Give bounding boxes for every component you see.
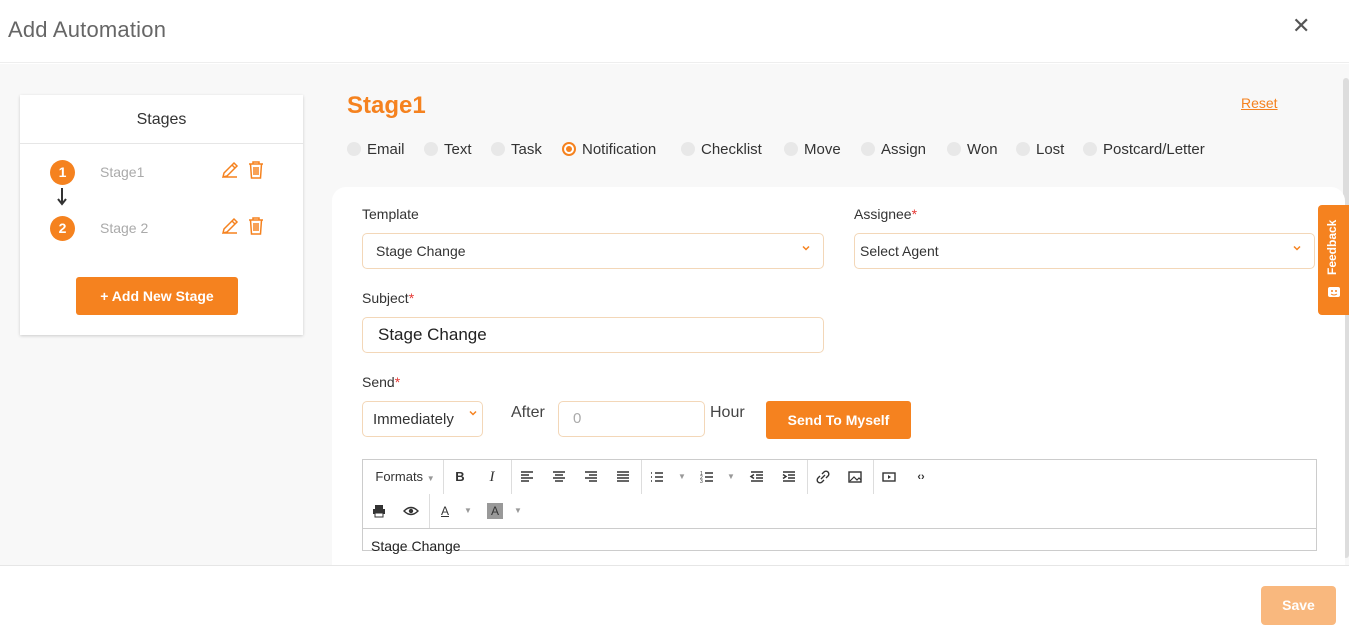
assignee-select[interactable]: Select Agent (854, 233, 1315, 269)
print-icon[interactable] (371, 499, 387, 523)
after-hours-placeholder: 0 (573, 410, 582, 427)
radio-button[interactable] (491, 142, 505, 156)
chevron-down-icon (1293, 245, 1301, 251)
radio-label: Lost (1036, 141, 1065, 158)
radio-button[interactable] (947, 142, 961, 156)
radio-label: Assign (881, 141, 927, 158)
caret-down-icon[interactable]: ▼ (725, 465, 737, 489)
arrow-down-icon (57, 188, 67, 206)
required-mark: * (408, 290, 415, 306)
editor-toolbar-row-2: A ▼ A ▼ (363, 494, 1318, 528)
subject-input-value: Stage Change (378, 325, 487, 344)
send-label: Send* (362, 374, 401, 390)
link-icon[interactable] (815, 465, 831, 489)
after-label: After (511, 404, 545, 421)
trash-icon[interactable] (247, 216, 265, 236)
bullet-list-icon[interactable] (649, 465, 665, 489)
text-color-icon[interactable]: A (437, 499, 453, 523)
modal-title: Add Automation (8, 17, 167, 42)
chevron-down-icon (802, 245, 810, 251)
source-code-icon[interactable]: ‹› (913, 465, 929, 489)
send-timing-select[interactable]: Immediately (362, 401, 483, 437)
modal-footer: Save (0, 565, 1349, 642)
radio-label: Task (511, 141, 542, 158)
media-icon[interactable] (881, 465, 897, 489)
caret-down-icon[interactable]: ▼ (676, 465, 688, 489)
add-new-stage-button[interactable]: + Add New Stage (76, 277, 238, 315)
save-button[interactable]: Save (1261, 586, 1336, 625)
template-label: Template (362, 206, 419, 222)
assignee-label: Assignee* (854, 206, 918, 222)
stage-name: Stage 2 (100, 220, 149, 236)
edit-icon[interactable] (220, 160, 240, 180)
align-justify-icon[interactable] (615, 465, 631, 489)
editor-toolbar-row-1: Formats ▼ B I ▼ 123 ▼ ‹› (363, 460, 1318, 494)
numbered-list-icon[interactable]: 123 (699, 465, 715, 489)
modal-header: Add Automation ✕ (0, 0, 1349, 63)
rich-text-editor: Formats ▼ B I ▼ 123 ▼ ‹› A ▼ A ▼ Stage C… (362, 459, 1318, 554)
trash-icon[interactable] (247, 160, 265, 180)
stage-name: Stage1 (100, 164, 145, 180)
radio-button-selected[interactable] (562, 142, 576, 156)
subject-label: Subject* (362, 290, 415, 306)
feedback-label: Feedback (1325, 219, 1339, 275)
radio-button[interactable] (681, 142, 695, 156)
editor-content[interactable]: Stage Change (371, 538, 461, 554)
preview-eye-icon[interactable] (403, 499, 419, 523)
required-mark: * (911, 206, 918, 222)
stage-number-badge: 1 (50, 160, 75, 185)
outdent-icon[interactable] (749, 465, 765, 489)
radio-label: Notification (582, 141, 657, 158)
template-select-value: Stage Change (376, 243, 466, 259)
radio-button[interactable] (1016, 142, 1030, 156)
reset-link[interactable]: Reset (1241, 95, 1278, 111)
feedback-icon (1328, 287, 1340, 297)
radio-label: Postcard/Letter (1103, 141, 1205, 158)
feedback-tab[interactable]: Feedback (1318, 205, 1349, 315)
assignee-select-value: Select Agent (860, 243, 939, 259)
radio-label: Checklist (701, 141, 762, 158)
edit-icon[interactable] (220, 216, 240, 236)
chevron-down-icon (469, 410, 477, 416)
template-select[interactable]: Stage Change (362, 233, 824, 269)
caret-down-icon[interactable]: ▼ (512, 499, 524, 523)
svg-text:3: 3 (700, 479, 703, 485)
subject-input[interactable]: Stage Change (362, 317, 824, 353)
after-hours-input[interactable]: 0 (558, 401, 705, 437)
stage-number-badge: 2 (50, 216, 75, 241)
stages-panel: Stages 1 Stage1 2 Stage 2 + Add New Stag… (20, 95, 303, 335)
close-icon[interactable]: ✕ (1292, 14, 1310, 38)
radio-button[interactable] (347, 142, 361, 156)
align-center-icon[interactable] (551, 465, 567, 489)
stage-item[interactable]: 1 Stage1 (20, 157, 303, 187)
formats-dropdown[interactable]: Formats ▼ (371, 465, 439, 489)
align-left-icon[interactable] (519, 465, 535, 489)
stage-title: Stage1 (347, 92, 426, 119)
hour-label: Hour (710, 404, 745, 421)
radio-button[interactable] (784, 142, 798, 156)
stages-heading: Stages (20, 95, 303, 144)
background-color-icon[interactable]: A (487, 503, 503, 519)
italic-icon[interactable]: I (481, 465, 503, 489)
image-icon[interactable] (847, 465, 863, 489)
send-timing-value: Immediately (373, 411, 454, 428)
indent-icon[interactable] (781, 465, 797, 489)
send-to-myself-button[interactable]: Send To Myself (766, 401, 911, 439)
radio-label: Won (967, 141, 998, 158)
radio-label: Email (367, 141, 405, 158)
caret-down-icon[interactable]: ▼ (462, 499, 474, 523)
radio-button[interactable] (424, 142, 438, 156)
bold-icon[interactable]: B (449, 465, 471, 489)
align-right-icon[interactable] (583, 465, 599, 489)
radio-button[interactable] (1083, 142, 1097, 156)
radio-label: Move (804, 141, 841, 158)
radio-button[interactable] (861, 142, 875, 156)
radio-label: Text (444, 141, 472, 158)
required-mark: * (394, 374, 401, 390)
stage-item[interactable]: 2 Stage 2 (20, 213, 303, 243)
caret-down-icon: ▼ (426, 474, 435, 483)
